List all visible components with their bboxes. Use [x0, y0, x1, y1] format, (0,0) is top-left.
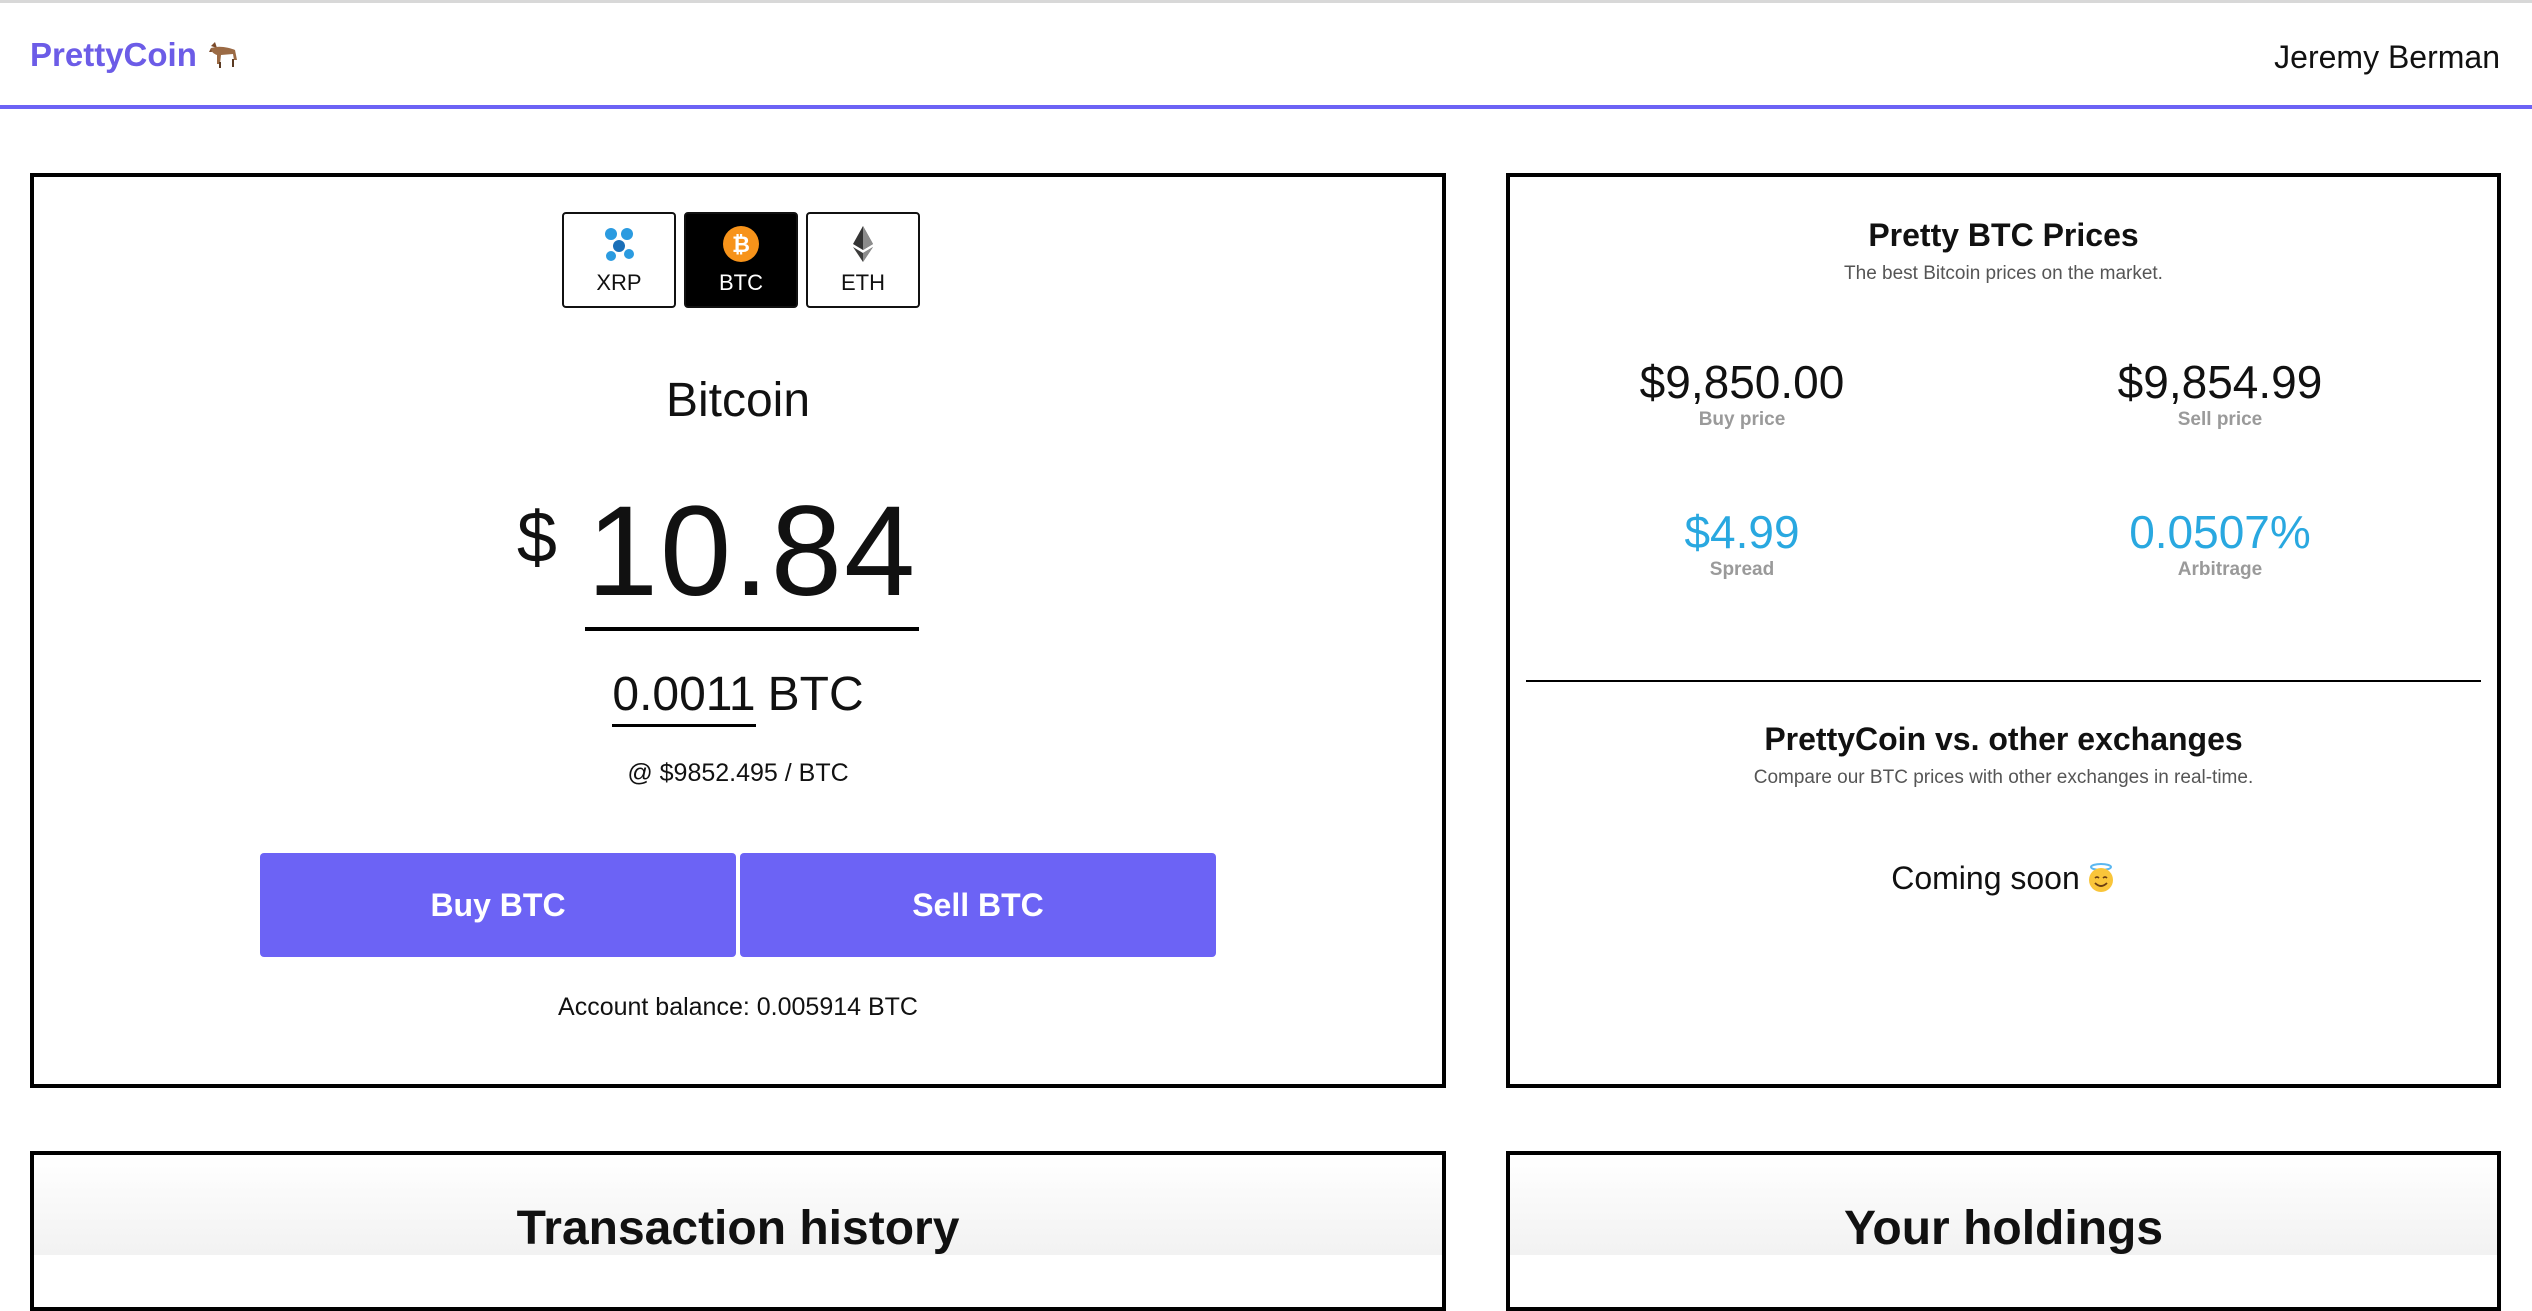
usd-amount-input[interactable]: 10.84: [584, 477, 920, 631]
btc-amount-input[interactable]: 0.0011: [612, 667, 756, 727]
buy-price-stat: $9,850.00 Buy price: [1532, 355, 1952, 431]
converter-panel: XRP ₿ BTC ETH Bitcoin $ 10.84 0.0011 BTC…: [30, 173, 1446, 1088]
exchange-rate: @ $9852.495 / BTC: [627, 759, 849, 787]
prices-title: Pretty BTC Prices: [1868, 217, 2139, 253]
comparison-title: PrettyCoin vs. other exchanges: [1764, 721, 2243, 757]
bitcoin-icon: ₿: [723, 226, 759, 262]
coming-soon-text: Coming soon: [1891, 860, 2080, 896]
coin-tab-label: BTC: [719, 270, 763, 295]
arbitrage-stat: 0.0507% Arbitrage: [2010, 505, 2430, 581]
user-menu[interactable]: Jeremy Berman: [2274, 39, 2500, 76]
brand-link[interactable]: PrettyCoin: [30, 36, 241, 74]
xrp-icon: [605, 228, 634, 261]
coin-tab-eth[interactable]: ETH: [806, 212, 920, 308]
currency-symbol: $: [516, 498, 557, 578]
coin-tab-label: XRP: [596, 270, 642, 295]
btc-amount-row: 0.0011 BTC: [34, 667, 1442, 727]
goat-icon: [208, 42, 237, 68]
coin-selector: XRP ₿ BTC ETH: [562, 212, 920, 308]
account-balance: Account balance: 0.005914 BTC: [558, 993, 918, 1021]
sell-price-value: $9,854.99: [2117, 356, 2323, 408]
sell-button[interactable]: Sell BTC: [740, 853, 1216, 957]
sell-price-label: Sell price: [2177, 409, 2263, 430]
sell-price-stat: $9,854.99 Sell price: [2010, 355, 2430, 431]
svg-text:₿: ₿: [732, 233, 750, 258]
btc-unit: BTC: [767, 668, 864, 721]
coin-tab-btc[interactable]: ₿ BTC: [684, 212, 798, 308]
prices-panel: Pretty BTC Prices The best Bitcoin price…: [1506, 173, 2501, 1088]
coin-name: Bitcoin: [665, 374, 811, 427]
buy-price-value: $9,850.00: [1639, 356, 1845, 408]
arbitrage-value: 0.0507%: [2129, 506, 2311, 558]
smiling-face-with-halo-icon: [2088, 863, 2113, 892]
arbitrage-label: Arbitrage: [2177, 559, 2263, 580]
coming-soon-message: Coming soon: [1510, 860, 2497, 897]
spread-value: $4.99: [1684, 506, 1800, 558]
usd-amount-row: $ 10.84: [14, 477, 1422, 631]
coin-tab-label: ETH: [841, 270, 885, 295]
comparison-subtitle: Compare our BTC prices with other exchan…: [1753, 767, 2254, 788]
top-nav: PrettyCoin Jeremy Berman: [0, 0, 2532, 109]
holdings-panel: Your holdings: [1506, 1151, 2501, 1311]
transaction-history-panel: Transaction history: [30, 1151, 1446, 1311]
trade-actions: Buy BTC Sell BTC: [260, 853, 1216, 957]
spread-stat: $4.99 Spread: [1532, 505, 1952, 581]
spread-label: Spread: [1709, 559, 1775, 580]
section-divider: [1526, 680, 2481, 682]
ethereum-icon: [853, 226, 873, 262]
prices-subtitle: The best Bitcoin prices on the market.: [1844, 263, 2163, 284]
buy-button[interactable]: Buy BTC: [260, 853, 736, 957]
coin-tab-xrp[interactable]: XRP: [562, 212, 676, 308]
buy-price-label: Buy price: [1698, 409, 1786, 430]
brand-name: PrettyCoin: [30, 36, 197, 73]
